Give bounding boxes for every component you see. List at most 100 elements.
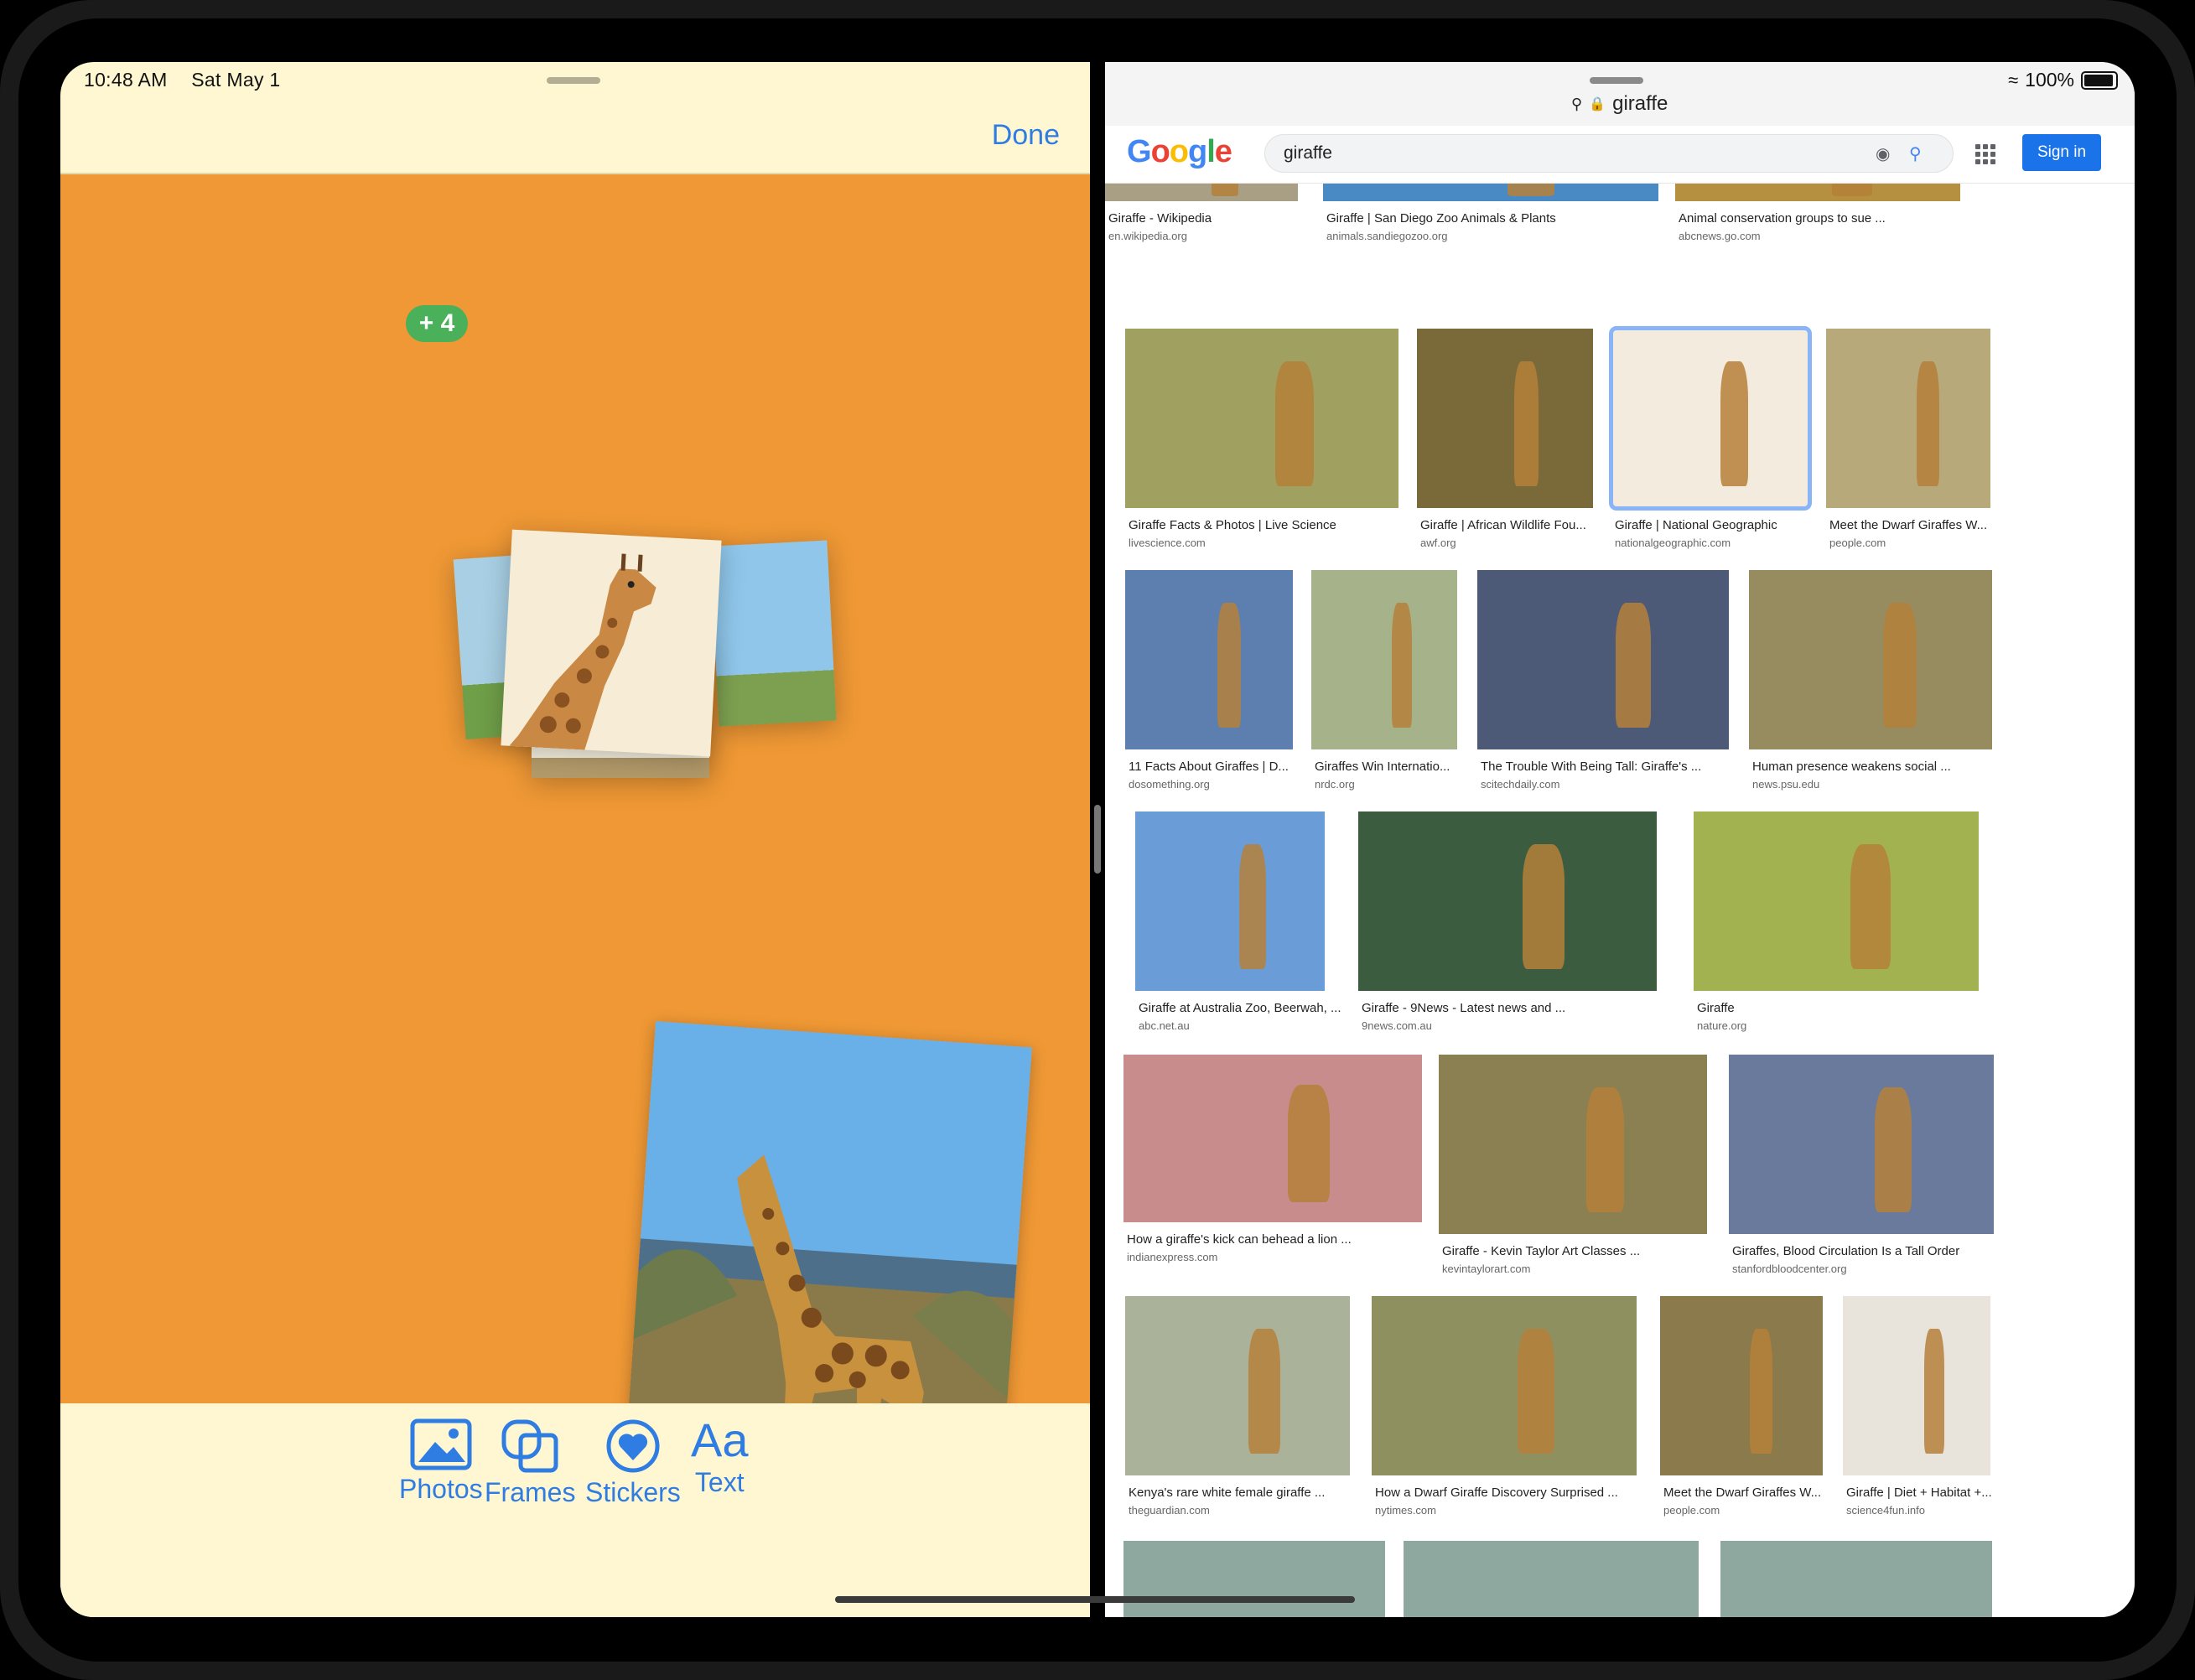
- result-site[interactable]: en.wikipedia.org: [1108, 230, 1187, 242]
- result-title[interactable]: 11 Facts About Giraffes | D...: [1129, 760, 1289, 774]
- result-thumbnail[interactable]: [1358, 811, 1657, 991]
- giraffe-figure: [1248, 1328, 1280, 1454]
- multitask-grabber-right[interactable]: [1590, 77, 1643, 84]
- result-title[interactable]: Giraffe | Diet + Habitat +...: [1846, 1486, 1992, 1500]
- result-title[interactable]: Human presence weakens social ...: [1752, 760, 1951, 774]
- search-input[interactable]: [1282, 140, 1839, 167]
- result-title[interactable]: Animal conservation groups to sue ...: [1679, 211, 1886, 226]
- result-title[interactable]: Giraffe Facts & Photos | Live Science: [1129, 518, 1336, 532]
- result-thumbnail[interactable]: [1311, 570, 1457, 749]
- result-thumbnail[interactable]: [1826, 329, 1990, 508]
- result-thumbnail[interactable]: [1123, 1055, 1422, 1222]
- result-thumbnail[interactable]: [1660, 1296, 1823, 1475]
- result-site[interactable]: 9news.com.au: [1362, 1019, 1432, 1032]
- result-title[interactable]: Giraffes Win Internatio...: [1315, 760, 1450, 774]
- split-view-handle[interactable]: [1094, 805, 1101, 874]
- drag-count-badge: + 4: [406, 305, 468, 342]
- result-site[interactable]: nytimes.com: [1375, 1504, 1436, 1517]
- search-icon[interactable]: ⚲: [1909, 143, 1922, 164]
- result-site[interactable]: abc.net.au: [1139, 1019, 1190, 1032]
- result-thumbnail[interactable]: [1125, 570, 1293, 749]
- result-title[interactable]: How a Dwarf Giraffe Discovery Surprised …: [1375, 1486, 1618, 1500]
- result-title[interactable]: Giraffe | National Geographic: [1615, 518, 1777, 532]
- camera-icon[interactable]: ◉: [1876, 143, 1890, 164]
- result-thumbnail[interactable]: [1675, 183, 1960, 201]
- result-title[interactable]: Giraffe | San Diego Zoo Animals & Plants: [1326, 211, 1556, 226]
- multitask-grabber[interactable]: [547, 77, 600, 84]
- result-site[interactable]: awf.org: [1420, 537, 1456, 549]
- result-thumbnail[interactable]: [1372, 1296, 1637, 1475]
- stack-photo-front[interactable]: [501, 529, 722, 757]
- result-site[interactable]: indianexpress.com: [1127, 1251, 1217, 1263]
- result-site[interactable]: stanfordbloodcenter.org: [1732, 1263, 1847, 1275]
- result-site[interactable]: abcnews.go.com: [1679, 230, 1761, 242]
- result-thumbnail[interactable]: [1694, 811, 1979, 991]
- result-site[interactable]: dosomething.org: [1129, 778, 1210, 791]
- result-title[interactable]: Giraffes, Blood Circulation Is a Tall Or…: [1732, 1244, 1959, 1258]
- result-title[interactable]: Giraffe - Wikipedia: [1108, 211, 1212, 226]
- result-title[interactable]: How a giraffe's kick can behead a lion .…: [1127, 1232, 1352, 1247]
- heart-sticker-icon: [606, 1419, 660, 1473]
- search-box[interactable]: ◉ ⚲: [1264, 134, 1954, 173]
- home-indicator[interactable]: [835, 1596, 1355, 1603]
- result-site[interactable]: nature.org: [1697, 1019, 1746, 1032]
- google-logo[interactable]: Google: [1127, 134, 1232, 170]
- result-title[interactable]: Giraffe | African Wildlife Fou...: [1420, 518, 1586, 532]
- stickers-tool[interactable]: Stickers: [585, 1418, 681, 1508]
- text-tool[interactable]: Aa Text: [691, 1413, 749, 1498]
- result-site[interactable]: livescience.com: [1129, 537, 1206, 549]
- result-title[interactable]: Giraffe - Kevin Taylor Art Classes ...: [1442, 1244, 1640, 1258]
- url-display[interactable]: ⚲ 🔒 giraffe: [1571, 92, 1668, 116]
- result-title[interactable]: Kenya's rare white female giraffe ...: [1129, 1486, 1325, 1500]
- address-bar[interactable]: ⚲ 🔒 giraffe ≈ 100%: [1105, 62, 2135, 126]
- result-site[interactable]: science4fun.info: [1846, 1504, 1925, 1517]
- sign-in-button[interactable]: Sign in: [2022, 134, 2101, 171]
- giraffe-figure: [1507, 183, 1554, 196]
- result-site[interactable]: theguardian.com: [1129, 1504, 1210, 1517]
- result-thumbnail[interactable]: [1417, 329, 1593, 508]
- result-title[interactable]: Giraffe at Australia Zoo, Beerwah, ...: [1139, 1001, 1341, 1015]
- result-thumbnail[interactable]: [1125, 1296, 1350, 1475]
- result-title[interactable]: Meet the Dwarf Giraffes W...: [1663, 1486, 1821, 1500]
- frames-tool[interactable]: Frames: [485, 1418, 575, 1508]
- search-small-icon: ⚲: [1571, 95, 1583, 112]
- result-thumbnail[interactable]: [1843, 1296, 1990, 1475]
- result-site[interactable]: nationalgeographic.com: [1615, 537, 1731, 549]
- result-thumbnail[interactable]: [1749, 570, 1992, 749]
- status-time: 10:48 AM: [84, 69, 168, 91]
- image-result-partial[interactable]: [1123, 1541, 1385, 1617]
- result-site[interactable]: people.com: [1663, 1504, 1720, 1517]
- result-thumbnail[interactable]: [1729, 1055, 1994, 1234]
- text-label: Text: [694, 1467, 745, 1497]
- apps-grid-icon[interactable]: [1975, 144, 1995, 164]
- url-label: giraffe: [1612, 92, 1668, 115]
- safari-app: ⚲ 🔒 giraffe ≈ 100% Google ◉ ⚲ Sign in Gi…: [1105, 62, 2135, 1617]
- image-result-partial[interactable]: [1404, 1541, 1699, 1617]
- collage-canvas[interactable]: [60, 174, 1090, 1537]
- result-title[interactable]: The Trouble With Being Tall: Giraffe's .…: [1481, 760, 1701, 774]
- result-thumbnail[interactable]: [1323, 183, 1658, 201]
- status-date: Sat May 1: [191, 69, 281, 91]
- result-thumbnail[interactable]: [1609, 326, 1812, 511]
- result-thumbnail[interactable]: [1135, 811, 1325, 991]
- result-thumbnail[interactable]: [1477, 570, 1729, 749]
- status-bar-right: ≈ 100%: [2008, 69, 2118, 91]
- result-site[interactable]: scitechdaily.com: [1481, 778, 1559, 791]
- result-title[interactable]: Meet the Dwarf Giraffes W...: [1829, 518, 1987, 532]
- result-thumbnail[interactable]: [1439, 1055, 1707, 1234]
- giraffe-figure: [1239, 843, 1266, 970]
- image-result-partial[interactable]: [1720, 1541, 1992, 1617]
- result-thumbnail[interactable]: [1105, 183, 1298, 201]
- giraffe-figure: [1586, 1086, 1624, 1213]
- result-site[interactable]: nrdc.org: [1315, 778, 1355, 791]
- result-site[interactable]: people.com: [1829, 537, 1886, 549]
- photos-tool[interactable]: Photos: [399, 1418, 483, 1505]
- photos-label: Photos: [399, 1474, 483, 1504]
- result-thumbnail[interactable]: [1125, 329, 1398, 508]
- result-site[interactable]: animals.sandiegozoo.org: [1326, 230, 1448, 242]
- result-site[interactable]: kevintaylorart.com: [1442, 1263, 1530, 1275]
- result-site[interactable]: news.psu.edu: [1752, 778, 1819, 791]
- result-title[interactable]: Giraffe: [1697, 1001, 1735, 1015]
- done-button[interactable]: Done: [992, 119, 1060, 152]
- result-title[interactable]: Giraffe - 9News - Latest news and ...: [1362, 1001, 1565, 1015]
